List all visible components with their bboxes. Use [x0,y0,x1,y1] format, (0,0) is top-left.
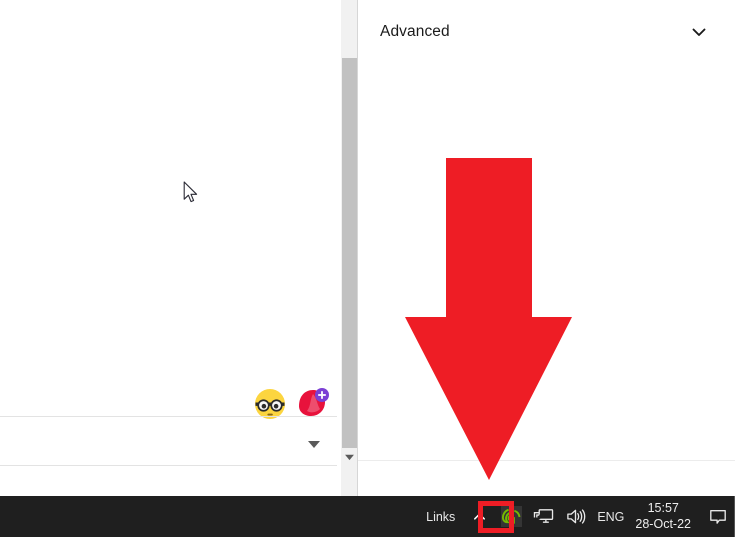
system-tray: Links ENG 15:57 28-Oct-22 [422,496,735,537]
divider [358,460,735,461]
advanced-section-header[interactable]: Advanced [358,0,735,64]
screen-root: Advanced Links ENG 15:57 28-Oct-22 [0,0,735,537]
chevron-down-icon[interactable] [689,22,709,42]
windows-taskbar: Links ENG 15:57 28-Oct-22 [0,496,735,537]
emoji-picker-pane [0,0,337,496]
settings-pane: Advanced [358,0,735,496]
speaker-icon [567,509,586,524]
network-monitor-icon [533,509,554,523]
network-tray-icon[interactable] [530,504,556,530]
links-toolbar-label[interactable]: Links [422,510,463,524]
emoji-row [248,388,338,419]
volume-tray-icon[interactable] [562,504,588,530]
clock-time: 15:57 [647,500,679,515]
mouse-cursor [183,181,198,203]
taskbar-clock[interactable]: 15:57 28-Oct-22 [635,501,691,532]
clock-date: 28-Oct-22 [635,516,691,531]
speech-bubble-icon [710,509,726,524]
show-hidden-icons-button[interactable] [467,504,491,530]
scrollbar-down-button[interactable] [341,448,357,465]
language-indicator[interactable]: ENG [597,510,624,524]
action-center-button[interactable] [701,496,735,537]
scrollbar-thumb[interactable] [342,58,357,448]
nvidia-icon [500,506,522,527]
vertical-scrollbar[interactable] [341,0,358,496]
chevron-up-icon [473,513,485,520]
show-more-arrow-icon[interactable] [306,438,322,450]
advanced-section-title: Advanced [380,23,450,40]
divider [0,416,337,417]
triangle-down-icon [344,454,354,460]
nvidia-tray-icon[interactable] [498,504,524,530]
divider [0,465,337,466]
